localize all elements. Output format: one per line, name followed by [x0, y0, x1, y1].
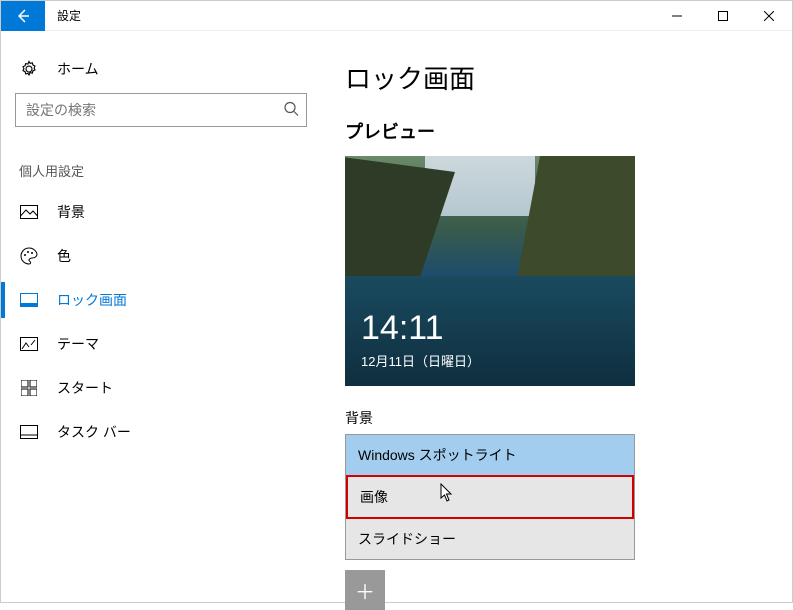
- arrow-left-icon: [15, 8, 31, 24]
- themes-icon: [19, 334, 39, 354]
- picture-icon: [19, 202, 39, 222]
- add-button[interactable]: ＋: [345, 570, 385, 610]
- background-section-label: 背景: [345, 408, 764, 428]
- sidebar-item-label: ロック画面: [57, 290, 127, 310]
- sidebar-item-label: スタート: [57, 378, 113, 398]
- minimize-icon: [672, 11, 682, 21]
- sidebar-item-taskbar[interactable]: タスク バー: [15, 410, 307, 454]
- titlebar: 設定: [1, 1, 792, 31]
- sidebar-item-colors[interactable]: 色: [15, 234, 307, 278]
- close-icon: [764, 11, 774, 21]
- back-button[interactable]: [1, 1, 45, 31]
- taskbar-icon: [19, 422, 39, 442]
- dropdown-option-spotlight[interactable]: Windows スポットライト: [346, 435, 634, 475]
- sidebar-item-label: 背景: [57, 202, 85, 222]
- palette-icon: [19, 246, 39, 266]
- start-icon: [19, 378, 39, 398]
- sidebar-item-start[interactable]: スタート: [15, 366, 307, 410]
- search-container: [15, 93, 307, 127]
- category-label: 個人用設定: [15, 151, 307, 190]
- sidebar-item-label: テーマ: [57, 334, 99, 354]
- sidebar-item-background[interactable]: 背景: [15, 190, 307, 234]
- cursor-icon: [440, 483, 456, 503]
- lockscreen-icon: [19, 290, 39, 310]
- sidebar-item-themes[interactable]: テーマ: [15, 322, 307, 366]
- preview-time: 14:11: [361, 309, 444, 348]
- page-title: ロック画面: [345, 59, 764, 96]
- maximize-button[interactable]: [700, 1, 746, 31]
- minimize-button[interactable]: [654, 1, 700, 31]
- dropdown-option-picture[interactable]: 画像: [346, 475, 634, 519]
- gear-icon: [19, 59, 39, 79]
- home-button[interactable]: ホーム: [15, 51, 307, 93]
- home-label: ホーム: [57, 59, 99, 79]
- background-dropdown[interactable]: Windows スポットライト 画像 スライドショー: [345, 434, 635, 560]
- dropdown-option-label: スライドショー: [358, 531, 456, 547]
- window-controls: [654, 1, 792, 31]
- main-panel: ロック画面 プレビュー 14:11 12月11日（日曜日） 背景 Windows…: [321, 31, 792, 602]
- sidebar-item-lockscreen[interactable]: ロック画面: [15, 278, 307, 322]
- sidebar-item-label: 色: [57, 246, 71, 266]
- dropdown-option-label: 画像: [360, 489, 388, 505]
- sidebar: ホーム 個人用設定 背景 色 ロック画面: [1, 31, 321, 602]
- window-title: 設定: [57, 7, 81, 24]
- close-button[interactable]: [746, 1, 792, 31]
- dropdown-option-slideshow[interactable]: スライドショー: [346, 519, 634, 559]
- lockscreen-preview: 14:11 12月11日（日曜日）: [345, 156, 635, 386]
- sidebar-item-label: タスク バー: [57, 422, 131, 442]
- plus-icon: ＋: [355, 576, 375, 605]
- search-input[interactable]: [15, 93, 307, 127]
- preview-label: プレビュー: [345, 118, 764, 144]
- dropdown-option-label: Windows スポットライト: [358, 447, 517, 463]
- maximize-icon: [718, 11, 728, 21]
- preview-date: 12月11日（日曜日）: [361, 351, 480, 370]
